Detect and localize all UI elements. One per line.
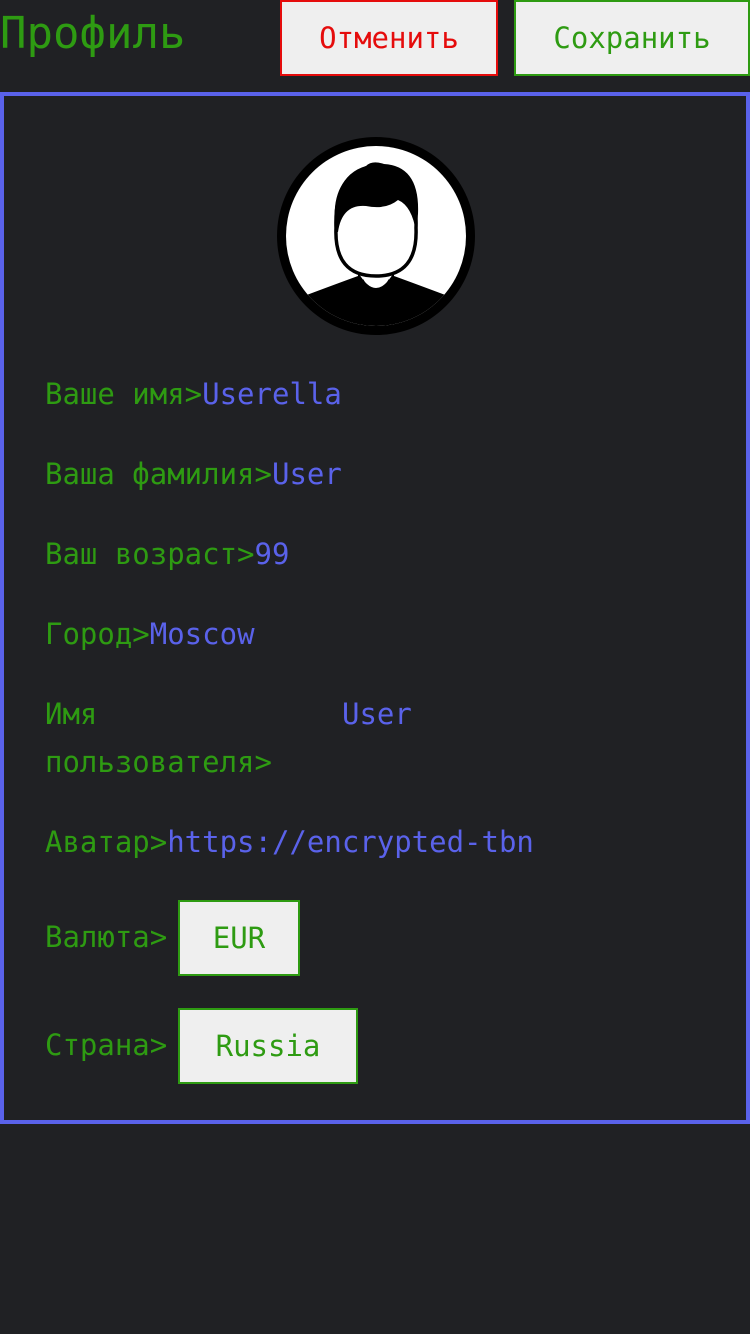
username-label: Имя пользователя> xyxy=(45,690,272,786)
currency-label: Валюта> xyxy=(45,913,167,961)
city-label: Город> xyxy=(45,617,150,651)
cancel-button[interactable]: Отменить xyxy=(280,0,498,76)
avatar-url-field[interactable]: https://encrypted-tbn xyxy=(167,818,568,866)
last-name-label: Ваша фамилия> xyxy=(45,457,272,491)
profile-card: Ваше имя>Userella Ваша фамилия>User Ваш … xyxy=(0,92,750,1124)
age-row: Ваш возраст>99 xyxy=(45,530,289,578)
avatar-url-label: Аватар> xyxy=(45,825,168,859)
username-field[interactable]: User xyxy=(342,690,412,738)
first-name-label: Ваше имя> xyxy=(45,377,203,411)
last-name-row: Ваша фамилия>User xyxy=(45,450,342,498)
username-label-bottom: пользователя> xyxy=(45,745,272,779)
first-name-field[interactable]: Userella xyxy=(202,377,342,411)
save-button[interactable]: Сохранить xyxy=(514,0,750,76)
page-title: Профиль xyxy=(0,8,186,59)
user-avatar-icon[interactable] xyxy=(276,136,476,336)
last-name-field[interactable]: User xyxy=(272,457,342,491)
first-name-row: Ваше имя>Userella xyxy=(45,370,342,418)
avatar-url-row: Аватар>https://encrypted-tbn xyxy=(45,818,568,866)
country-label: Страна> xyxy=(45,1021,167,1069)
country-label-text: Страна> xyxy=(45,1028,168,1062)
username-label-top: Имя xyxy=(45,697,98,731)
currency-select[interactable]: EUR xyxy=(178,900,300,976)
header-bar: Профиль Отменить Сохранить xyxy=(0,0,750,76)
city-field[interactable]: Moscow xyxy=(150,617,255,651)
age-label: Ваш возраст> xyxy=(45,537,255,571)
age-field[interactable]: 99 xyxy=(255,537,290,571)
country-select[interactable]: Russia xyxy=(178,1008,358,1084)
currency-label-text: Валюта> xyxy=(45,920,168,954)
city-row: Город>Moscow xyxy=(45,610,255,658)
